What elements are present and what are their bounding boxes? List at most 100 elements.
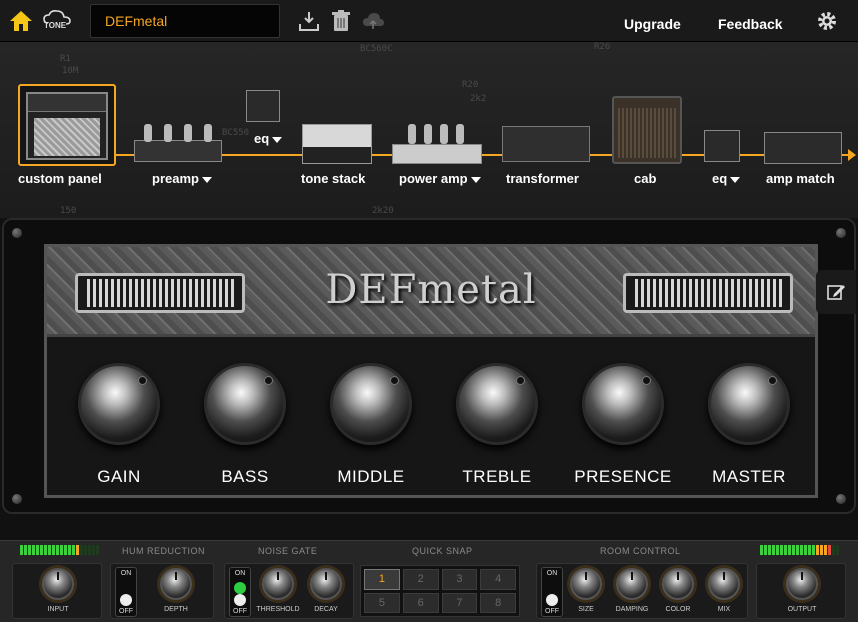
module-label: eq [712,171,741,186]
chain-arrow-icon [848,149,856,161]
mini-knob-control[interactable] [662,568,694,600]
mix-knob[interactable]: MIX [699,568,749,613]
knob-presence[interactable]: PRESENCE [563,363,683,487]
section-title-room-control: ROOM CONTROL [600,546,681,556]
mini-knob-control[interactable] [160,568,192,600]
meter-segment [28,545,31,555]
module-transformer[interactable] [502,126,590,162]
meter-segment [812,545,815,555]
mini-knob-control[interactable] [616,568,648,600]
feedback-link[interactable]: Feedback [718,16,783,32]
knob-control[interactable] [330,363,412,445]
trash-icon[interactable] [328,8,354,34]
edit-panel-button[interactable] [816,270,856,314]
threshold-knob[interactable]: THRESHOLD [253,568,303,613]
snap-slot-3[interactable]: 3 [441,569,478,590]
module-tone-stack[interactable] [302,124,372,164]
amp-top-plate: DEFmetal [47,247,815,337]
snap-slot-2[interactable]: 2 [402,569,439,590]
knob-master[interactable]: MASTER [689,363,809,487]
upgrade-link[interactable]: Upgrade [624,16,681,32]
knob-middle[interactable]: MIDDLE [311,363,431,487]
toggle-knob-white [234,594,246,606]
damping-knob[interactable]: DAMPING [607,568,657,613]
dropdown-caret-icon[interactable] [470,176,481,183]
module-power-amp[interactable] [392,124,482,164]
screw-icon [12,494,22,504]
snap-slot-7[interactable]: 7 [441,592,478,613]
screw-icon [836,228,846,238]
preset-name-field[interactable]: DEFmetal [90,4,280,38]
meter-segment [824,545,827,555]
color-knob[interactable]: COLOR [653,568,703,613]
noise-gate-panel: ON OFF THRESHOLD DECAY [224,563,354,619]
mini-knob-control[interactable] [42,568,74,600]
knob-label: TREBLE [462,467,532,486]
mini-knob-control[interactable] [310,568,342,600]
section-title-hum-reduction: HUM REDUCTION [122,546,205,556]
module-eq-2[interactable] [704,130,740,162]
quick-snap-grid: 1 2 3 4 5 6 7 8 [360,565,520,617]
output-knob[interactable]: OUTPUT [777,568,827,613]
output-panel: OUTPUT [756,563,846,619]
signal-chain: R1 BC560C BC550 R26 10M 2k2 R20 150 2k20… [0,42,858,218]
amp-front-panel: DEFmetal GAIN BASS MIDDLE TREBLE PRESENC… [44,244,818,498]
decay-knob[interactable]: DECAY [301,568,351,613]
snap-slot-1[interactable]: 1 [364,569,400,590]
toggle-knob [546,594,558,606]
schematic-label: 150 [60,206,77,216]
meter-segment [792,545,795,555]
knob-bass[interactable]: BASS [185,363,305,487]
input-knob[interactable]: INPUT [33,568,83,613]
snap-slot-6[interactable]: 6 [402,592,439,613]
dropdown-caret-icon[interactable] [730,176,741,183]
home-icon[interactable] [8,8,34,34]
knob-control[interactable] [204,363,286,445]
knob-control[interactable] [78,363,160,445]
save-download-icon[interactable] [296,8,322,34]
snap-slot-5[interactable]: 5 [364,592,400,613]
mini-knob-label: SIZE [578,606,594,613]
knob-treble[interactable]: TREBLE [437,363,557,487]
knob-gain[interactable]: GAIN [59,363,179,487]
meter-segment [84,545,87,555]
knob-control[interactable] [708,363,790,445]
tone-label: TONE [44,21,67,30]
meter-segment [764,545,767,555]
module-label: transformer [506,171,579,186]
dropdown-caret-icon[interactable] [272,136,283,143]
mini-knob-control[interactable] [786,568,818,600]
snap-slot-8[interactable]: 8 [480,592,516,613]
module-custom-panel[interactable] [18,84,116,166]
depth-knob[interactable]: DEPTH [151,568,201,613]
module-label: tone stack [301,171,366,186]
hum-reduction-toggle[interactable]: ON OFF [115,567,137,617]
cloud-upload-icon[interactable] [360,8,386,34]
gear-icon[interactable] [814,8,840,34]
knob-control[interactable] [582,363,664,445]
noise-gate-toggle[interactable]: ON OFF [229,567,251,617]
snap-slot-4[interactable]: 4 [480,569,516,590]
module-eq-1[interactable] [246,90,280,122]
module-label: amp match [766,171,835,186]
knob-label: GAIN [97,467,141,486]
mini-knob-label: DECAY [314,606,338,613]
module-amp-match[interactable] [764,132,842,164]
toggle-knob [234,582,246,594]
size-knob[interactable]: SIZE [561,568,611,613]
dropdown-caret-icon[interactable] [201,176,212,183]
meter-segment [32,545,35,555]
meter-segment [768,545,771,555]
mini-knob-control[interactable] [262,568,294,600]
mini-knob-control[interactable] [570,568,602,600]
mini-knob-control[interactable] [708,568,740,600]
meter-segment [36,545,39,555]
knob-control[interactable] [456,363,538,445]
room-control-toggle[interactable]: ON OFF [541,567,563,617]
tone-cloud-icon[interactable]: TONE [40,8,74,34]
module-preamp[interactable] [134,122,222,164]
meter-segment [60,545,63,555]
meter-segment [808,545,811,555]
module-cab[interactable] [612,96,682,164]
mini-knob-label: DAMPING [615,606,649,613]
